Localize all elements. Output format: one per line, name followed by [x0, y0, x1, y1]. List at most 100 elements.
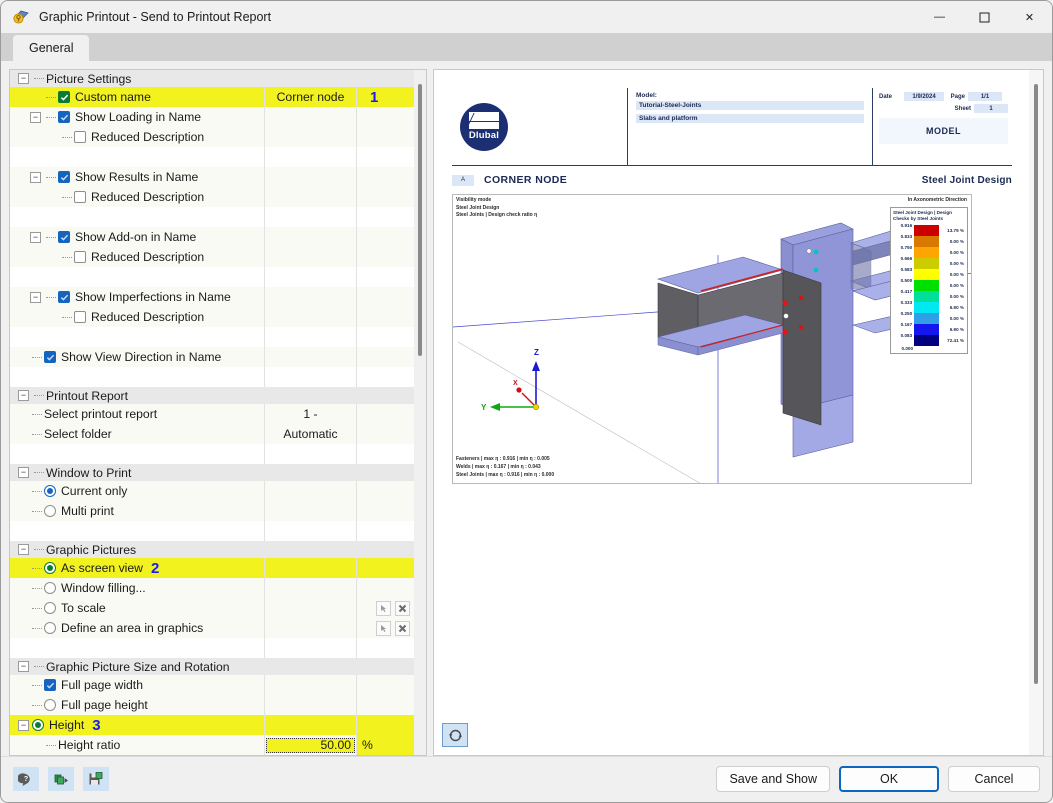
checkbox-reduced-description[interactable]: [74, 311, 86, 323]
row-show-view-direction-in-name[interactable]: Show View Direction in Name: [10, 347, 414, 367]
svg-text:X: X: [513, 380, 518, 387]
checkbox-show-view-direction[interactable]: [44, 351, 56, 363]
row-reduced-description-results[interactable]: Reduced Description: [10, 187, 414, 207]
row-label: Custom name: [75, 90, 151, 104]
graphic-preview[interactable]: Z Y X Visibility mode Steel Joint Design…: [452, 194, 972, 484]
refresh-preview-button[interactable]: [442, 723, 468, 747]
tree-connector: [30, 511, 44, 512]
collapse-icon[interactable]: −: [18, 467, 29, 478]
group-graphic-picture-size-and-rotation[interactable]: − Graphic Picture Size and Rotation: [10, 658, 414, 675]
printout-icon: [11, 7, 31, 27]
custom-name-value[interactable]: Corner node: [264, 87, 356, 107]
legend-value: 0.167: [900, 321, 913, 327]
save-settings-button[interactable]: [83, 767, 109, 791]
row-reduced-description-loading[interactable]: Reduced Description: [10, 127, 414, 147]
radio-multi-print[interactable]: [44, 505, 56, 517]
pick-icon[interactable]: [376, 620, 391, 636]
row-show-addon-in-name[interactable]: − Show Add-on in Name: [10, 227, 414, 247]
legend-value: 0.083: [900, 332, 913, 338]
collapse-icon[interactable]: −: [18, 390, 29, 401]
row-to-scale[interactable]: To scale: [10, 598, 414, 618]
tree-connector: [30, 685, 44, 686]
collapse-icon[interactable]: −: [18, 661, 29, 672]
row-show-results-in-name[interactable]: − Show Results in Name: [10, 167, 414, 187]
checkbox-show-imperfections[interactable]: [58, 291, 70, 303]
save-settings-icon: [89, 772, 103, 785]
radio-window-filling[interactable]: [44, 582, 56, 594]
tree-connector: [44, 177, 58, 178]
row-full-page-width[interactable]: Full page width: [10, 675, 414, 695]
row-current-only[interactable]: Current only: [10, 481, 414, 501]
row-reduced-description-imperfections[interactable]: Reduced Description: [10, 307, 414, 327]
scrollbar-thumb[interactable]: [418, 84, 422, 356]
row-multi-print[interactable]: Multi print: [10, 501, 414, 521]
radio-as-screen-view[interactable]: [44, 562, 56, 574]
maximize-button[interactable]: [962, 1, 1007, 33]
row-label: Define an area in graphics: [61, 621, 204, 635]
axis-triad: Z Y X: [481, 348, 540, 412]
checkbox-full-page-width[interactable]: [44, 679, 56, 691]
checkbox-reduced-description[interactable]: [74, 251, 86, 263]
height-ratio-input[interactable]: 50.00: [266, 737, 355, 753]
settings-tree-scrollbar[interactable]: [414, 70, 426, 755]
radio-define-area[interactable]: [44, 622, 56, 634]
tab-strip: General: [1, 33, 1052, 61]
row-height[interactable]: − Height 3: [10, 715, 414, 735]
group-printout-report[interactable]: − Printout Report: [10, 387, 414, 404]
delete-icon[interactable]: [395, 620, 410, 636]
checkbox-custom-name[interactable]: [58, 91, 70, 103]
row-reduced-description-addon[interactable]: Reduced Description: [10, 247, 414, 267]
group-window-to-print[interactable]: − Window to Print: [10, 464, 414, 481]
collapse-icon[interactable]: −: [18, 73, 29, 84]
minimize-button[interactable]: —: [917, 1, 962, 33]
tab-general[interactable]: General: [13, 35, 90, 61]
legend-row: 0.083 72.41 %: [893, 332, 965, 346]
row-full-page-height[interactable]: Full page height: [10, 695, 414, 715]
radio-height[interactable]: [32, 719, 44, 731]
row-window-filling[interactable]: Window filling...: [10, 578, 414, 598]
radio-full-page-height[interactable]: [44, 699, 56, 711]
report-logo: Dlubal: [452, 88, 627, 165]
checkbox-reduced-description[interactable]: [74, 131, 86, 143]
checkbox-show-results[interactable]: [58, 171, 70, 183]
select-printout-report-value[interactable]: 1 -: [264, 404, 356, 424]
group-picture-settings[interactable]: − Picture Settings: [10, 70, 414, 87]
preview-scrollbar[interactable]: [1029, 70, 1043, 755]
model-name: Tutorial-Steel-Joints: [636, 101, 864, 110]
row-custom-name[interactable]: Custom name Corner node 1: [10, 87, 414, 107]
save-and-show-button[interactable]: Save and Show: [716, 766, 830, 792]
group-graphic-pictures[interactable]: − Graphic Pictures: [10, 541, 414, 558]
delete-icon[interactable]: [395, 600, 410, 616]
radio-to-scale[interactable]: [44, 602, 56, 614]
row-as-screen-view[interactable]: As screen view 2: [10, 558, 414, 578]
help-button[interactable]: ?: [13, 767, 39, 791]
select-folder-value[interactable]: Automatic: [264, 424, 356, 444]
preview-panel: Dlubal Model: Tutorial-Steel-Joints Slab…: [433, 69, 1044, 756]
scrollbar-thumb[interactable]: [1034, 84, 1038, 684]
collapse-icon[interactable]: −: [18, 544, 29, 555]
visibility-mode-line: Visibility mode: [456, 197, 492, 203]
checkbox-show-loading[interactable]: [58, 111, 70, 123]
collapse-icon[interactable]: −: [30, 171, 41, 183]
import-settings-button[interactable]: [48, 767, 74, 791]
radio-current-only[interactable]: [44, 485, 56, 497]
row-define-area-in-graphics[interactable]: Define an area in graphics: [10, 618, 414, 638]
collapse-icon[interactable]: −: [30, 111, 41, 123]
row-show-imperfections-in-name[interactable]: − Show Imperfections in Name: [10, 287, 414, 307]
row-select-printout-report[interactable]: Select printout report 1 -: [10, 404, 414, 424]
collapse-icon[interactable]: −: [30, 231, 41, 243]
cancel-button[interactable]: Cancel: [948, 766, 1040, 792]
pick-icon[interactable]: [376, 600, 391, 616]
checkbox-show-addon[interactable]: [58, 231, 70, 243]
legend-swatch: [914, 268, 940, 280]
row-select-folder[interactable]: Select folder Automatic: [10, 424, 414, 444]
ok-button[interactable]: OK: [839, 766, 939, 792]
close-button[interactable]: ✕: [1007, 1, 1052, 33]
collapse-icon[interactable]: −: [18, 719, 29, 731]
row-spacer: [10, 327, 414, 347]
addon-name-line: Steel Joint Design: [456, 204, 500, 211]
collapse-icon[interactable]: −: [30, 291, 41, 303]
row-show-loading-in-name[interactable]: − Show Loading in Name: [10, 107, 414, 127]
checkbox-reduced-description[interactable]: [74, 191, 86, 203]
row-height-ratio[interactable]: Height ratio 50.00 %: [10, 735, 414, 755]
